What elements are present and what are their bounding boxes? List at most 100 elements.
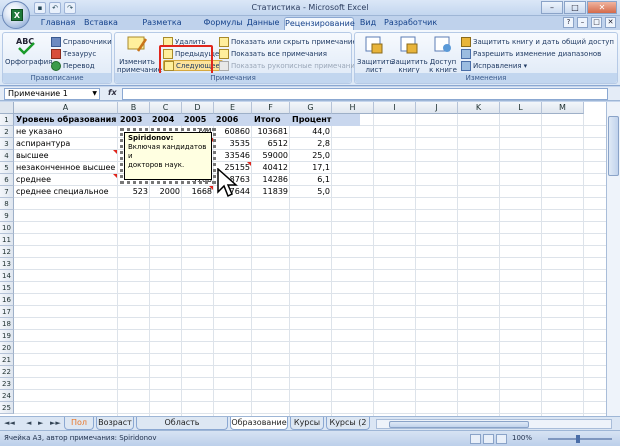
protect-sheet-button[interactable]: Защитить лист <box>357 35 394 74</box>
column-header[interactable]: C <box>150 102 182 114</box>
table-cell[interactable]: 59000 <box>252 150 290 162</box>
table-cell[interactable]: 11839 <box>252 186 290 198</box>
row-header[interactable]: 19 <box>0 330 14 342</box>
table-cell[interactable]: 6512 <box>252 138 290 150</box>
row-header[interactable]: 4 <box>0 150 14 162</box>
row-header[interactable]: 6 <box>0 174 14 186</box>
tab-review[interactable]: Рецензирование <box>284 17 355 30</box>
next-sheet-button[interactable]: ► <box>38 419 43 427</box>
tab-home[interactable]: Главная <box>36 17 80 30</box>
spelling-button[interactable]: ABC Орфография <box>5 35 52 66</box>
column-header[interactable]: D <box>182 102 214 114</box>
row-header[interactable]: 18 <box>0 318 14 330</box>
column-header[interactable]: I <box>374 102 416 114</box>
row-header[interactable]: 17 <box>0 306 14 318</box>
row-header[interactable]: 25 <box>0 402 14 414</box>
formula-input[interactable] <box>122 88 608 100</box>
column-header[interactable]: J <box>416 102 458 114</box>
tab-view[interactable]: Вид <box>356 17 380 30</box>
row-header[interactable]: 16 <box>0 294 14 306</box>
row-header[interactable]: 12 <box>0 246 14 258</box>
doc-minimize-button[interactable]: – <box>577 17 588 28</box>
column-header[interactable]: A <box>14 102 118 114</box>
show-all-comments-button[interactable]: Показать все примечания <box>219 48 327 59</box>
table-cell[interactable]: 60860 <box>214 126 252 138</box>
help-icon[interactable]: ? <box>563 17 574 28</box>
row-header[interactable]: 5 <box>0 162 14 174</box>
normal-view-icon[interactable] <box>470 434 481 444</box>
fx-icon[interactable]: fx <box>108 88 117 97</box>
table-header-cell[interactable]: 2006 <box>214 114 252 126</box>
sheet-tab[interactable]: Пол студентов <box>64 417 94 430</box>
column-header[interactable]: M <box>542 102 584 114</box>
column-header[interactable]: F <box>252 102 290 114</box>
row-header[interactable]: 20 <box>0 342 14 354</box>
page-layout-view-icon[interactable] <box>483 434 494 444</box>
first-sheet-button[interactable]: ◄◄ <box>4 419 15 427</box>
column-header[interactable]: L <box>500 102 542 114</box>
doc-restore-button[interactable]: □ <box>591 17 602 28</box>
table-cell[interactable]: 103681 <box>252 126 290 138</box>
chevron-down-icon[interactable]: ▼ <box>92 89 97 99</box>
table-cell[interactable]: 44,0 <box>290 126 332 138</box>
close-button[interactable]: ✕ <box>587 1 617 14</box>
vertical-scrollbar[interactable] <box>606 102 620 416</box>
tab-developer[interactable]: Разработчик <box>384 17 437 30</box>
table-cell[interactable]: незаконченное высшее <box>14 162 118 174</box>
table-cell[interactable]: 2,8 <box>290 138 332 150</box>
track-changes-button[interactable]: Исправления ▾ <box>461 60 527 71</box>
table-cell[interactable]: 2000 <box>150 186 182 198</box>
protect-share-button[interactable]: Защитить книгу и дать общий доступ <box>461 36 614 47</box>
table-cell[interactable]: 25,0 <box>290 150 332 162</box>
row-header[interactable]: 21 <box>0 354 14 366</box>
show-hide-comment-button[interactable]: Показать или скрыть примечание <box>219 36 357 47</box>
zoom-slider[interactable] <box>548 435 612 443</box>
row-header[interactable]: 2 <box>0 126 14 138</box>
row-header[interactable]: 8 <box>0 198 14 210</box>
table-cell[interactable]: 523 <box>118 186 150 198</box>
table-header-cell[interactable]: 2004 <box>150 114 182 126</box>
column-header[interactable]: H <box>332 102 374 114</box>
table-cell[interactable]: 17,1 <box>290 162 332 174</box>
maximize-button[interactable]: □ <box>564 1 586 14</box>
row-header[interactable]: 1 <box>0 114 14 126</box>
row-header[interactable]: 15 <box>0 282 14 294</box>
zoom-level[interactable]: 100% <box>512 434 532 442</box>
worksheet-grid[interactable]: ABCDEFGHIJKLM 1 2 3 4 5 6 7 8 9 10 11 12 13 14 15 16 17 1… <box>0 102 620 416</box>
doc-close-button[interactable]: ✕ <box>605 17 616 28</box>
table-header-cell[interactable]: 2003 <box>118 114 150 126</box>
table-cell[interactable]: 3535 <box>214 138 252 150</box>
sheet-tab[interactable]: Область деятельности <box>136 417 228 439</box>
table-header-cell[interactable]: Итого <box>252 114 290 126</box>
table-cell[interactable]: не указано <box>14 126 118 138</box>
row-header[interactable]: 24 <box>0 390 14 402</box>
row-header[interactable]: 7 <box>0 186 14 198</box>
select-all-corner[interactable] <box>0 102 14 114</box>
table-header-cell[interactable]: 2005 <box>182 114 214 126</box>
table-cell[interactable]: 14286 <box>252 174 290 186</box>
show-ink-button[interactable]: Показать рукописные примечания <box>219 60 359 71</box>
table-header-cell[interactable]: Уровень образования <box>14 114 118 126</box>
last-sheet-button[interactable]: ►► <box>50 419 61 427</box>
tab-page-layout[interactable]: Разметка страницы <box>122 17 202 39</box>
scroll-thumb[interactable] <box>389 421 529 428</box>
sheet-tab[interactable]: Возраст <box>96 417 134 430</box>
scroll-thumb[interactable] <box>608 116 619 176</box>
table-cell[interactable]: 6,1 <box>290 174 332 186</box>
row-header[interactable]: 11 <box>0 234 14 246</box>
horizontal-scrollbar[interactable] <box>376 419 612 429</box>
translate-button[interactable]: Перевод <box>51 60 95 71</box>
page-break-view-icon[interactable] <box>496 434 507 444</box>
row-header[interactable]: 10 <box>0 222 14 234</box>
row-header[interactable]: 22 <box>0 366 14 378</box>
table-cell[interactable]: 40412 <box>252 162 290 174</box>
tab-data[interactable]: Данные <box>244 17 282 30</box>
zoom-slider-knob[interactable] <box>576 435 580 443</box>
prev-sheet-button[interactable]: ◄ <box>26 419 31 427</box>
comment-box[interactable]: Spiridonov: Включая кандидатов и докторо… <box>124 132 212 180</box>
table-cell[interactable]: среднее специальное <box>14 186 118 198</box>
tab-formulas[interactable]: Формулы <box>202 17 244 30</box>
sheet-tab[interactable]: Курсы <box>290 417 324 430</box>
sheet-tab-active[interactable]: Образование <box>230 417 288 430</box>
row-header[interactable]: 13 <box>0 258 14 270</box>
